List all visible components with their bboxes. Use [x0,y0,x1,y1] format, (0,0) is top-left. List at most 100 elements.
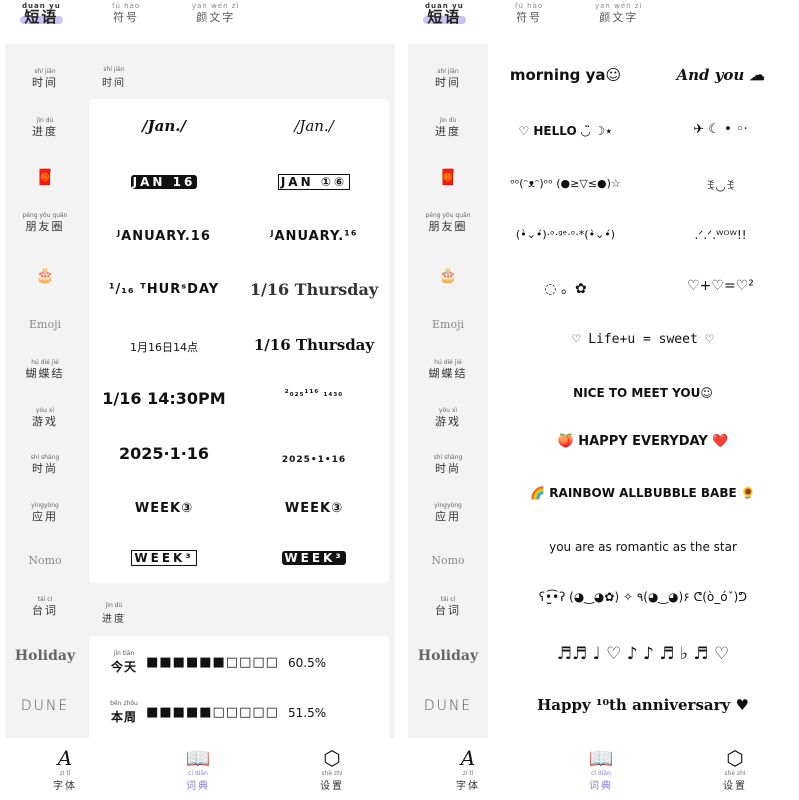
tab-phrases[interactable]: duan yu 短语 [423,2,466,25]
phrase-item[interactable]: ♡ Life+u = sweet ♡ [488,332,798,347]
sidebar-pinyin: péng yǒu quān [22,212,68,219]
phrase-item[interactable]: ᵒᵒ(ᵔᴥᵔ)ᵒᵒ (●≥▽≤●)☆ [488,177,643,190]
phrase-item[interactable]: 1/16 14:30PM [89,389,239,408]
sidebar-item-birthday[interactable]: 🎂 [5,266,85,284]
section-pinyin: jìn dù [105,602,123,609]
tab-kaomoji[interactable]: yan wén zì 颜文字 [192,2,239,25]
sidebar-item-fashion[interactable]: shí shàng 时尚 [5,454,85,476]
sidebar-label: Emoji [28,318,61,331]
phrase-item[interactable]: ✈ ☾ • ◦· [643,122,798,137]
sidebar-item-lines[interactable]: tái cí 台词 [408,596,488,618]
phrase-item[interactable]: ²₀₂₅¹¹⁶ ₁₄₃₀ [239,389,389,399]
sidebar-item-lines[interactable]: tái cí 台词 [5,596,85,618]
sidebar-item-red-envelope[interactable]: 🧧 [5,168,85,186]
sidebar-item-bow[interactable]: hú dié jié 蝴蝶结 [408,359,488,381]
sidebar-item-emoji[interactable]: Emoji [5,318,85,331]
nav-pinyin: cí diǎn [591,770,611,777]
dictionary-icon: 📖 [588,746,614,770]
nav-label: 词典 [186,781,210,792]
top-tabs: duan yu 短语 fú hào 符号 yan wén zì 颜文字 [403,0,798,36]
phrase-item[interactable]: 1月16日14点 [89,339,239,355]
top-tabs: duan yu 短语 fú hào 符号 yan wén zì 颜文字 [0,0,395,36]
sidebar-item-moments[interactable]: péng yǒu quān 朋友圈 [408,212,488,234]
sidebar-item-birthday[interactable]: 🎂 [408,266,488,284]
phrase-item[interactable]: And you ☁ [643,66,798,84]
phrase-item[interactable]: NICE TO MEET YOU☺ [488,386,798,400]
sidebar-item-apps[interactable]: yìngyòng 应用 [5,502,85,524]
sidebar-label: 时间 [32,76,58,89]
sidebar-item-time[interactable]: shí jiān 时间 [5,68,85,90]
phrase-item[interactable]: morning ya☺ [488,66,643,84]
phrase-item[interactable]: 🍑 HAPPY EVERYDAY ❤️ [488,434,798,449]
tab-phrases[interactable]: duan yu 短语 [20,2,63,25]
nav-label: 设置 [723,781,747,792]
nav-settings[interactable]: ⬡ shè zhì 设置 [302,746,362,792]
phrase-item[interactable]: /Jan./ [239,117,389,135]
sidebar-item-holiday[interactable]: Holiday [5,648,85,664]
sidebar-item-progress[interactable]: jìn dù 进度 [5,117,85,139]
phrase-item[interactable]: 2025·1·16 [89,444,239,463]
sidebar-item-nomo[interactable]: Nomo [5,554,85,567]
sidebar-label: 游戏 [435,415,461,428]
phrase-item[interactable]: Happy ¹⁰th anniversary ♥ [488,696,798,714]
phrase-item[interactable]: /Jan./ [89,117,239,135]
sidebar-item-game[interactable]: yóu xì 游戏 [5,407,85,429]
phrase-item[interactable]: 1/16 Thursday [239,280,389,299]
phrase-item[interactable]: 1/16 Thursday [239,336,389,354]
progress-item-week[interactable]: běn zhōu 本周 ■■■■■□□□□□ 51.5% [107,700,387,725]
tab-symbols[interactable]: fú hào 符号 [515,2,543,25]
tab-pinyin: yan wén zì [192,2,240,10]
sidebar-item-emoji[interactable]: Emoji [408,318,488,331]
sidebar-item-apps[interactable]: yìngyòng 应用 [408,502,488,524]
sidebar-item-dune[interactable]: DUNE [5,698,85,714]
sidebar-item-dune[interactable]: DUNE [408,698,488,714]
progress-item-today[interactable]: jīn tiān 今天 ■■■■■■□□□□ 60.5% [107,650,387,675]
phrase-item[interactable]: ᴶANUARY.16 [89,229,239,244]
phrase-item[interactable]: .ᐟ.ᐟ.ᵂᴼᵂ!! [643,228,798,242]
sidebar-pinyin: yìngyòng [434,502,462,509]
sidebar-item-time[interactable]: shí jiān 时间 [408,68,488,90]
phrase-item[interactable]: ◌ 。✿ [488,278,643,298]
nav-settings[interactable]: ⬡ shè zhì 设置 [705,746,765,792]
sidebar-item-moments[interactable]: péng yǒu quān 朋友圈 [5,212,85,234]
sidebar-item-game[interactable]: yóu xì 游戏 [408,407,488,429]
nav-font[interactable]: A zì tǐ 字体 [438,746,498,792]
phrase-item[interactable]: ᴶANUARY.¹⁶ [239,229,389,244]
sidebar-item-progress[interactable]: jìn dù 进度 [408,117,488,139]
phrase-item[interactable]: WEEK③ [239,501,389,516]
phrase-item[interactable]: you are as romantic as the star [488,540,798,554]
nav-dictionary[interactable]: 📖 cí diǎn 词典 [571,746,631,792]
tab-symbols[interactable]: fú hào 符号 [112,2,140,25]
nav-dictionary[interactable]: 📖 cí diǎn 词典 [168,746,228,792]
sidebar-label: 应用 [435,510,461,523]
phrase-item[interactable]: JAN ①⑥ [239,171,389,190]
phrase-item[interactable]: WEEK③ [89,501,239,516]
sidebar-item-red-envelope[interactable]: 🧧 [408,168,488,186]
phrase-item[interactable]: ¹/₁₆ ᵀHURˢDAY [89,282,239,297]
section-label: 时间 [102,78,126,89]
phrase-item[interactable]: ♡+♡=♡² [643,278,798,294]
sidebar-item-holiday[interactable]: Holiday [408,648,488,664]
sidebar-item-nomo[interactable]: Nomo [408,554,488,567]
nav-pinyin: shè zhì [321,770,343,777]
phrase-item[interactable]: 🌈 RAINBOW ALLBUBBLE BABE 🌻 [488,486,798,500]
sidebar-item-fashion[interactable]: shí shàng 时尚 [408,454,488,476]
phrase-item[interactable]: 2025•1•16 [239,455,389,465]
phrase-item[interactable]: ♬♬ ♩ ♡ ♪ ♪ ♬ ♭ ♬ ♡ [488,644,798,664]
birthday-cake-icon: 🎂 [438,266,458,284]
tab-kaomoji[interactable]: yan wén zì 颜文字 [595,2,642,25]
nav-font[interactable]: A zì tǐ 字体 [35,746,95,792]
tab-label: 颜文字 [599,11,639,24]
phrase-item[interactable]: WEEK³ [239,547,389,566]
phrase-item[interactable]: ʕ•̫͡•ʔ (◕‿◕✿) ✧ ٩(◕‿◕)۶ ᕦ(ò_óˇ)ᕤ [488,590,798,604]
phrase-item[interactable]: ꉂ◡ꉂ [643,177,798,193]
sidebar-item-bow[interactable]: hú dié jié 蝴蝶结 [5,359,85,381]
phrase-item[interactable]: JAN 16 [89,171,239,190]
phrase-item[interactable]: (•̀⌄•́)·ᵒ·ᵍᵉ·ᵒ·*(•̀⌄•́) [488,228,643,241]
bottom-navigation: A zì tǐ 字体 📖 cí diǎn 词典 ⬡ shè zhì 设置 [0,738,395,800]
phrase-item[interactable]: WEEK³ [89,547,239,566]
phrase-text: JAN ①⑥ [277,174,351,190]
sidebar-label: Nomo [28,554,62,567]
phrase-item[interactable]: ♡ HELLO ◡̈ ☽⋆ [488,124,643,138]
sidebar-label: Emoji [431,318,464,331]
